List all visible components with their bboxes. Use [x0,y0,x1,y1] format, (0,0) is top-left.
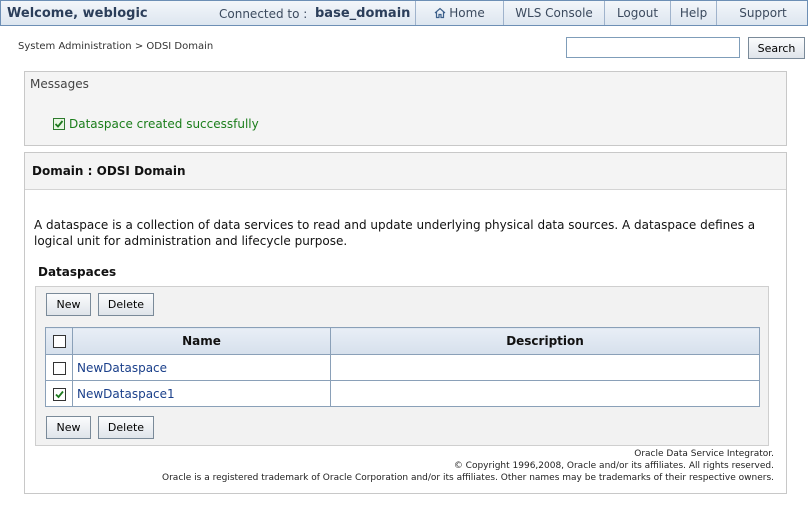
nav-home-label: Home [449,6,485,20]
delete-button-top[interactable]: Delete [98,293,154,316]
breadcrumb: System Administration > ODSI Domain [18,41,214,52]
domain-description: A dataspace is a collection of data serv… [34,218,756,248]
new-button-bottom[interactable]: New [46,416,91,439]
footer-product: Oracle Data Service Integrator. [634,449,774,459]
nav-help-label: Help [679,6,708,20]
row-checkbox-checked[interactable] [52,387,66,401]
dataspace-link[interactable]: NewDataspace [77,361,167,375]
messages-title: Messages [30,77,89,91]
domain-title: Domain : ODSI Domain [32,164,186,178]
nav-wls-console[interactable]: WLS Console [503,1,604,25]
table-row: NewDataspace [45,354,760,381]
connected-label: Connected to : [219,7,308,21]
home-icon [434,7,446,19]
select-all-checkbox[interactable] [52,335,66,348]
welcome-text: Welcome, weblogic [7,6,148,21]
nav-support[interactable]: Support [716,1,809,25]
row-checkbox[interactable] [52,361,66,375]
search-input[interactable] [566,37,740,58]
search-button[interactable]: Search [748,37,805,59]
dataspaces-table: Name Description NewDataspace NewDataspa… [45,327,760,407]
nav-home[interactable]: Home [415,1,503,25]
success-check-icon [53,118,65,130]
nav-logout-label: Logout [616,6,659,20]
row-description-cell [330,380,760,407]
row-checkbox-cell [45,380,73,407]
row-checkbox-cell [45,354,73,381]
row-description-cell [330,354,760,381]
dataspaces-heading: Dataspaces [38,265,117,279]
nav-support-label: Support [739,6,787,20]
top-bar: Welcome, weblogic Connected to : base_do… [0,0,808,26]
top-nav: Home WLS Console Logout Help Support [415,1,809,25]
row-name-cell: NewDataspace1 [72,380,331,407]
footer-trademark: Oracle is a registered trademark of Orac… [162,473,774,483]
description-column-header[interactable]: Description [330,327,760,355]
domain-name: base_domain [315,6,411,21]
success-message-text: Dataspace created successfully [69,117,259,131]
table-header-row: Name Description [45,327,760,355]
row-name-cell: NewDataspace [72,354,331,381]
name-column-header[interactable]: Name [72,327,331,355]
nav-logout[interactable]: Logout [604,1,670,25]
footer-copyright: © Copyright 1996,2008, Oracle and/or its… [453,461,774,471]
nav-help[interactable]: Help [670,1,716,25]
checkmark-icon [54,390,64,398]
dataspace-link[interactable]: NewDataspace1 [77,387,175,401]
success-message: Dataspace created successfully [53,117,259,131]
delete-button-bottom[interactable]: Delete [98,416,154,439]
table-row: NewDataspace1 [45,380,760,407]
select-all-header[interactable] [45,327,73,355]
nav-wls-console-label: WLS Console [515,6,593,20]
messages-panel [24,71,787,146]
new-button-top[interactable]: New [46,293,91,316]
footer: Oracle Data Service Integrator. © Copyri… [162,448,774,484]
